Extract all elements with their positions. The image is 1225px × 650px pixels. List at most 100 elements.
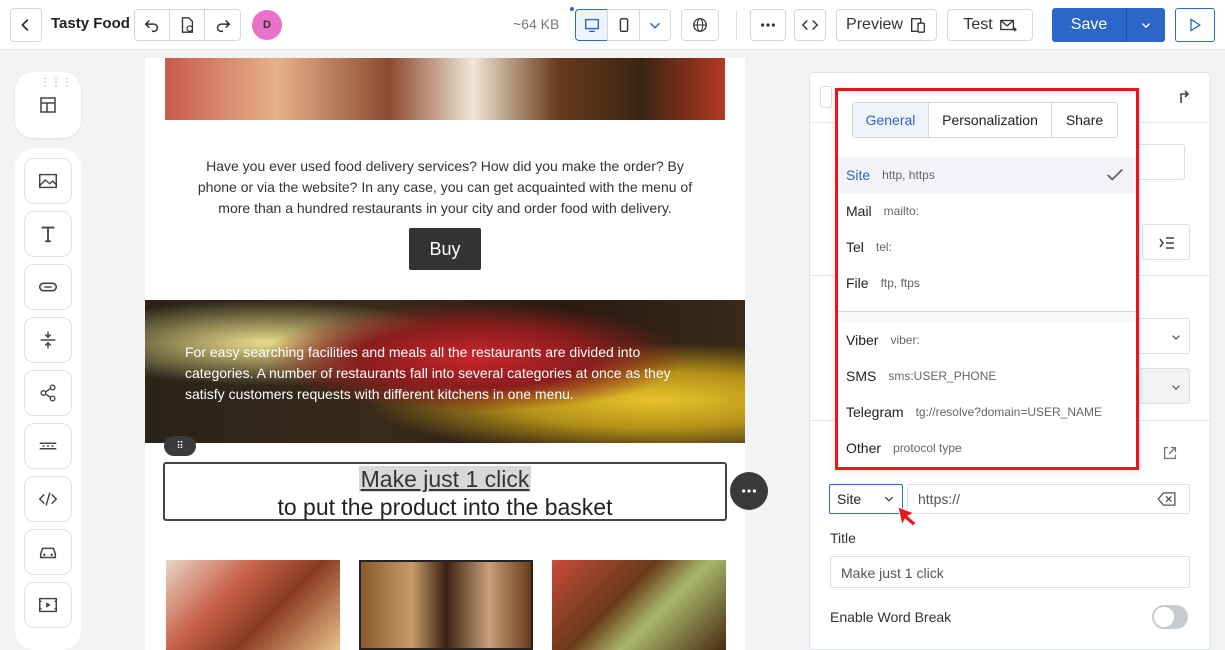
chevron-down-icon xyxy=(1172,335,1180,340)
option-name: Tel xyxy=(846,239,864,255)
spacer-block-button[interactable] xyxy=(24,317,72,363)
indent-icon xyxy=(1159,237,1174,249)
undo-icon xyxy=(144,19,159,33)
option-sms[interactable]: SMS sms:USER_PHONE xyxy=(838,358,1136,394)
option-viber[interactable]: Viber viber: xyxy=(838,322,1136,358)
more-button[interactable] xyxy=(750,9,786,41)
save-options-button[interactable] xyxy=(1126,8,1165,42)
email-size: ~64 KB xyxy=(513,16,560,32)
product-image-2[interactable] xyxy=(359,560,533,650)
block-more-button[interactable] xyxy=(730,472,768,510)
image-block-button[interactable] xyxy=(24,158,72,204)
code-icon xyxy=(801,19,819,31)
preview-button[interactable]: Preview xyxy=(836,9,937,41)
button-block-button[interactable] xyxy=(24,264,72,310)
redo-icon xyxy=(216,19,230,33)
menu-icon xyxy=(39,442,57,450)
option-name: SMS xyxy=(846,368,877,384)
title-input[interactable]: Make just 1 click xyxy=(830,556,1190,588)
preview-device-icon xyxy=(910,18,925,33)
history-button[interactable] xyxy=(169,9,205,41)
option-telegram[interactable]: Telegram tg://resolve?domain=USER_NAME xyxy=(838,394,1136,430)
selected-link-text[interactable]: Make just 1 click xyxy=(358,466,532,492)
layout-icon xyxy=(40,97,56,113)
save-button[interactable]: Save xyxy=(1052,8,1126,42)
block-drag-handle-icon[interactable]: ⠿ xyxy=(164,436,196,456)
option-other[interactable]: Other protocol type xyxy=(838,430,1136,466)
option-protocol: mailto: xyxy=(883,204,920,218)
menu-block-button[interactable] xyxy=(24,423,72,469)
mobile-view-button[interactable] xyxy=(607,9,640,41)
preview-label: Preview xyxy=(846,16,903,33)
tab-share[interactable]: Share xyxy=(1052,103,1117,137)
social-block-button[interactable] xyxy=(24,370,72,416)
spacer-icon xyxy=(40,331,56,349)
html-code-icon xyxy=(38,492,58,506)
word-break-toggle[interactable] xyxy=(1152,605,1188,629)
option-protocol: tg://resolve?domain=USER_NAME xyxy=(915,405,1103,419)
run-button[interactable] xyxy=(1175,8,1215,42)
file-history-icon xyxy=(181,17,194,33)
buy-button[interactable]: Buy xyxy=(409,228,481,270)
selected-text-block[interactable]: Make just 1 click to put the product int… xyxy=(163,462,727,521)
chevron-down-icon xyxy=(649,22,661,29)
play-icon xyxy=(1190,18,1201,32)
chevron-down-icon xyxy=(1142,23,1150,29)
status-dot xyxy=(570,7,574,11)
desktop-view-button[interactable] xyxy=(575,9,608,41)
back-button[interactable] xyxy=(10,8,42,42)
option-name: Viber xyxy=(846,332,879,348)
clear-input-icon[interactable] xyxy=(1157,492,1177,506)
product-image-3[interactable] xyxy=(552,560,726,650)
link-type-select[interactable]: Site xyxy=(829,484,903,514)
amp-block-button[interactable] xyxy=(24,529,72,575)
option-protocol: sms:USER_PHONE xyxy=(888,369,997,383)
video-block-button[interactable] xyxy=(24,582,72,628)
share-icon xyxy=(40,384,56,402)
redo-button[interactable] xyxy=(204,9,241,41)
more-dots-icon xyxy=(741,489,757,493)
option-protocol: protocol type xyxy=(893,441,962,455)
code-button[interactable] xyxy=(794,9,826,41)
language-button[interactable] xyxy=(681,9,719,41)
option-file[interactable]: File ftp, ftps xyxy=(838,265,1136,301)
button-icon xyxy=(38,282,58,292)
option-tel[interactable]: Tel tel: xyxy=(838,229,1136,265)
more-dots-icon xyxy=(760,23,776,27)
food-banner-image[interactable] xyxy=(165,58,725,120)
mobile-icon xyxy=(619,17,628,33)
product-image-1[interactable] xyxy=(166,560,340,650)
option-site[interactable]: Site http, https xyxy=(838,157,1136,193)
intro-paragraph[interactable]: Have you ever used food delivery service… xyxy=(195,156,695,219)
style-dropdown[interactable] xyxy=(1138,368,1190,404)
drag-grip-icon[interactable]: ⋮⋮⋮ xyxy=(40,77,73,88)
word-break-label: Enable Word Break xyxy=(830,609,952,625)
open-link-icon[interactable] xyxy=(1161,444,1179,465)
text-line-2[interactable]: to put the product into the basket xyxy=(165,494,725,521)
tab-general[interactable]: General xyxy=(853,103,929,137)
desktop-icon xyxy=(584,18,599,33)
test-button[interactable]: Test xyxy=(947,9,1033,41)
link-type-tabs: General Personalization Share xyxy=(852,102,1118,138)
share-out-icon[interactable] xyxy=(1175,86,1199,110)
option-mail[interactable]: Mail mailto: xyxy=(838,193,1136,229)
url-input[interactable]: https:// xyxy=(907,484,1190,514)
option-name: Site xyxy=(846,167,871,183)
text-icon xyxy=(41,226,55,243)
avatar[interactable]: D xyxy=(252,10,282,40)
collapse-panel-button[interactable] xyxy=(820,86,832,108)
toggle-knob xyxy=(1154,607,1174,627)
option-name: Telegram xyxy=(846,404,904,420)
text-block-button[interactable] xyxy=(24,211,72,257)
test-label: Test xyxy=(963,16,993,33)
indent-button[interactable] xyxy=(1142,224,1190,260)
title-label: Title xyxy=(830,530,856,546)
view-dropdown-button[interactable] xyxy=(639,9,671,41)
align-dropdown[interactable] xyxy=(1138,318,1190,354)
option-name: Other xyxy=(846,440,882,456)
html-block-button[interactable] xyxy=(24,476,72,522)
undo-button[interactable] xyxy=(134,9,170,41)
tab-personalization[interactable]: Personalization xyxy=(929,103,1052,137)
check-icon xyxy=(1107,169,1123,181)
categories-paragraph[interactable]: For easy searching facilities and meals … xyxy=(185,342,685,405)
